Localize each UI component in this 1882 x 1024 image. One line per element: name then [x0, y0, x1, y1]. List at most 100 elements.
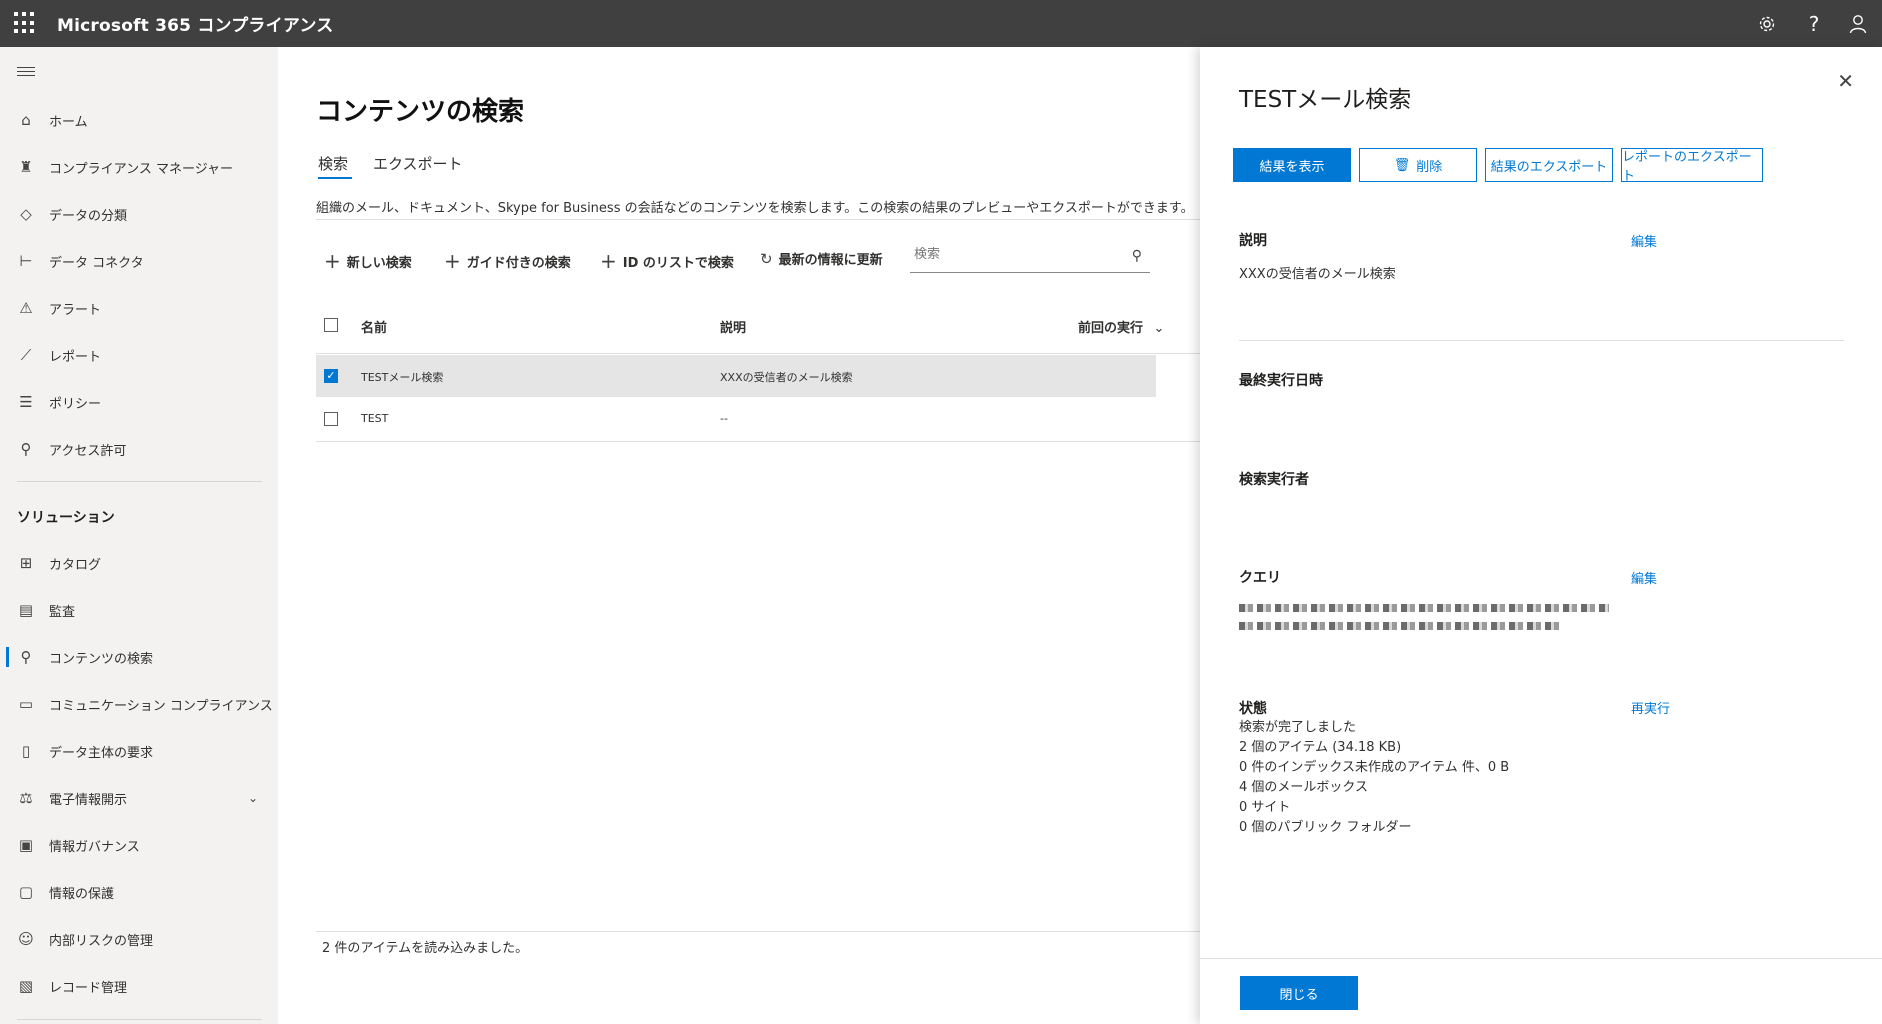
- chevron-down-icon[interactable]: ⌄: [248, 791, 258, 805]
- run-by-label: 検索実行者: [1239, 472, 1309, 488]
- table-row[interactable]: ✓ TESTメール検索 XXXの受信者のメール検索: [316, 355, 1156, 397]
- refresh-label: 最新の情報に更新: [778, 253, 883, 268]
- nav-item-audit[interactable]: ▤ 監査: [0, 590, 278, 630]
- row-description: --: [720, 412, 728, 425]
- table-row[interactable]: TEST --: [316, 398, 1156, 440]
- delete-button[interactable]: 🗑 削除: [1359, 148, 1477, 182]
- panel-footer: 閉じる: [1200, 958, 1882, 1024]
- question-icon[interactable]: ?: [1800, 10, 1828, 38]
- plus-icon: +: [444, 249, 461, 273]
- nav-item-information-protection[interactable]: ▢ 情報の保護: [0, 872, 278, 912]
- left-navigation: ⌂ ホーム ♜ コンプライアンス マネージャー ◇ データの分類 ⊢ データ コ…: [0, 47, 278, 1024]
- solutions-header: ソリューション: [17, 510, 115, 526]
- nav-item-content-search[interactable]: ⚲ コンテンツの検索: [0, 637, 278, 677]
- export-results-button[interactable]: 結果のエクスポート: [1485, 148, 1613, 182]
- select-all-checkbox[interactable]: [324, 318, 338, 332]
- nav-item-catalog[interactable]: ⊞ カタログ: [0, 543, 278, 583]
- column-header-name[interactable]: 名前: [361, 317, 387, 336]
- nav-divider: [17, 1019, 262, 1020]
- nav-item-ediscovery[interactable]: ⚖ 電子情報開示 ⌄: [0, 778, 278, 818]
- catalog-icon: ⊞: [19, 554, 33, 572]
- chevron-down-icon: ⌄: [1153, 321, 1165, 336]
- gear-icon[interactable]: [1753, 10, 1781, 38]
- nav-item-label: カタログ: [49, 557, 102, 573]
- plus-icon: +: [324, 249, 341, 273]
- description-value: XXXの受信者のメール検索: [1239, 267, 1396, 282]
- column-header-description[interactable]: 説明: [720, 317, 746, 336]
- trophy-icon: ♜: [19, 158, 33, 176]
- nav-item-label: アクセス許可: [49, 443, 127, 459]
- rerun-link[interactable]: 再実行: [1631, 698, 1670, 717]
- show-results-button[interactable]: 結果を表示: [1233, 148, 1351, 182]
- nav-item-label: ホーム: [49, 114, 88, 130]
- search-input[interactable]: [914, 247, 1114, 262]
- nav-item-insider-risk[interactable]: ☺ 内部リスクの管理: [0, 919, 278, 959]
- tab-export[interactable]: エクスポート: [373, 153, 463, 174]
- guided-search-button[interactable]: + ガイド付きの検索: [444, 249, 571, 273]
- nav-item-records-management[interactable]: ▧ レコード管理: [0, 966, 278, 1006]
- nav-item-label: 内部リスクの管理: [49, 933, 154, 949]
- close-button[interactable]: 閉じる: [1240, 976, 1358, 1010]
- id-list-search-button[interactable]: + ID のリストで検索: [600, 249, 734, 273]
- close-icon[interactable]: ✕: [1837, 69, 1854, 93]
- edit-query-link[interactable]: 編集: [1631, 568, 1657, 587]
- nav-item-policies[interactable]: ☰ ポリシー: [0, 382, 278, 422]
- nav-item-label: コンテンツの検索: [49, 651, 154, 667]
- nav-item-label: データの分類: [49, 208, 128, 224]
- redacted-query-line: [1239, 622, 1559, 630]
- tag-icon: ◇: [20, 205, 32, 223]
- connector-icon: ⊢: [19, 252, 33, 270]
- main-content: コンテンツの検索 検索 エクスポート 組織のメール、ドキュメント、Skype f…: [278, 47, 1200, 1024]
- divider: [316, 931, 1200, 932]
- nav-item-home[interactable]: ⌂ ホーム: [0, 100, 278, 140]
- page-description: 組織のメール、ドキュメント、Skype for Business の会話などのコ…: [316, 201, 1194, 216]
- active-tab-indicator: [318, 177, 352, 179]
- description-label: 説明: [1239, 233, 1267, 249]
- home-icon: ⌂: [21, 111, 31, 129]
- export-report-button[interactable]: レポートのエクスポート: [1621, 148, 1763, 184]
- refresh-icon: ↻: [760, 249, 773, 268]
- nav-item-compliance-manager[interactable]: ♜ コンプライアンス マネージャー: [0, 147, 278, 187]
- person-icon[interactable]: [1844, 10, 1872, 38]
- status-line: 2 個のアイテム (34.18 KB): [1239, 740, 1402, 755]
- new-search-label: 新しい検索: [346, 255, 412, 271]
- delete-label: 削除: [1416, 159, 1443, 175]
- top-bar: Microsoft 365 コンプライアンス ?: [0, 0, 1882, 47]
- app-title[interactable]: Microsoft 365 コンプライアンス: [57, 11, 333, 36]
- nav-item-reports[interactable]: ⟋ レポート: [0, 335, 278, 375]
- search-icon[interactable]: ⚲: [1132, 248, 1142, 264]
- nav-item-data-subject-requests[interactable]: ▯ データ主体の要求: [0, 731, 278, 771]
- tab-search[interactable]: 検索: [318, 153, 348, 174]
- nav-item-label: 監査: [49, 604, 76, 620]
- row-description: XXXの受信者のメール検索: [720, 371, 853, 384]
- records-icon: ▧: [18, 977, 34, 995]
- divider: [1239, 340, 1844, 341]
- nav-item-data-connectors[interactable]: ⊢ データ コネクタ: [0, 241, 278, 281]
- column-header-last-run[interactable]: 前回の実行 ⌄: [1078, 317, 1164, 336]
- search-box[interactable]: ⚲: [910, 241, 1150, 273]
- nav-item-alerts[interactable]: ⚠ アラート: [0, 288, 278, 328]
- hamburger-menu-icon[interactable]: [17, 67, 35, 79]
- sliders-icon: ☰: [19, 393, 33, 411]
- nav-item-label: レコード管理: [49, 980, 128, 996]
- refresh-button[interactable]: ↻ 最新の情報に更新: [760, 249, 883, 269]
- row-checkbox[interactable]: [324, 412, 338, 426]
- nav-item-permissions[interactable]: ⚲ アクセス許可: [0, 429, 278, 469]
- nav-item-information-governance[interactable]: ▣ 情報ガバナンス: [0, 825, 278, 865]
- status-line: 4 個のメールボックス: [1239, 780, 1369, 795]
- panel-title: TESTメール検索: [1239, 87, 1412, 113]
- new-search-button[interactable]: + 新しい検索: [324, 249, 412, 273]
- nav-item-communication-compliance[interactable]: ▭ コミュニケーション コンプライアンス: [0, 684, 278, 724]
- trash-icon: 🗑: [1393, 157, 1411, 173]
- nav-item-label: データ コネクタ: [49, 255, 144, 271]
- archive-icon: ▣: [18, 836, 34, 854]
- row-name[interactable]: TESTメール検索: [361, 369, 443, 385]
- edit-description-link[interactable]: 編集: [1631, 231, 1657, 250]
- app-launcher-icon[interactable]: [14, 12, 36, 34]
- row-checkbox[interactable]: ✓: [324, 369, 338, 383]
- page-title: コンテンツの検索: [316, 97, 525, 127]
- nav-item-data-classification[interactable]: ◇ データの分類: [0, 194, 278, 234]
- row-name[interactable]: TEST: [361, 412, 388, 425]
- nav-item-label: レポート: [49, 349, 102, 365]
- nav-item-label: 情報ガバナンス: [49, 839, 140, 855]
